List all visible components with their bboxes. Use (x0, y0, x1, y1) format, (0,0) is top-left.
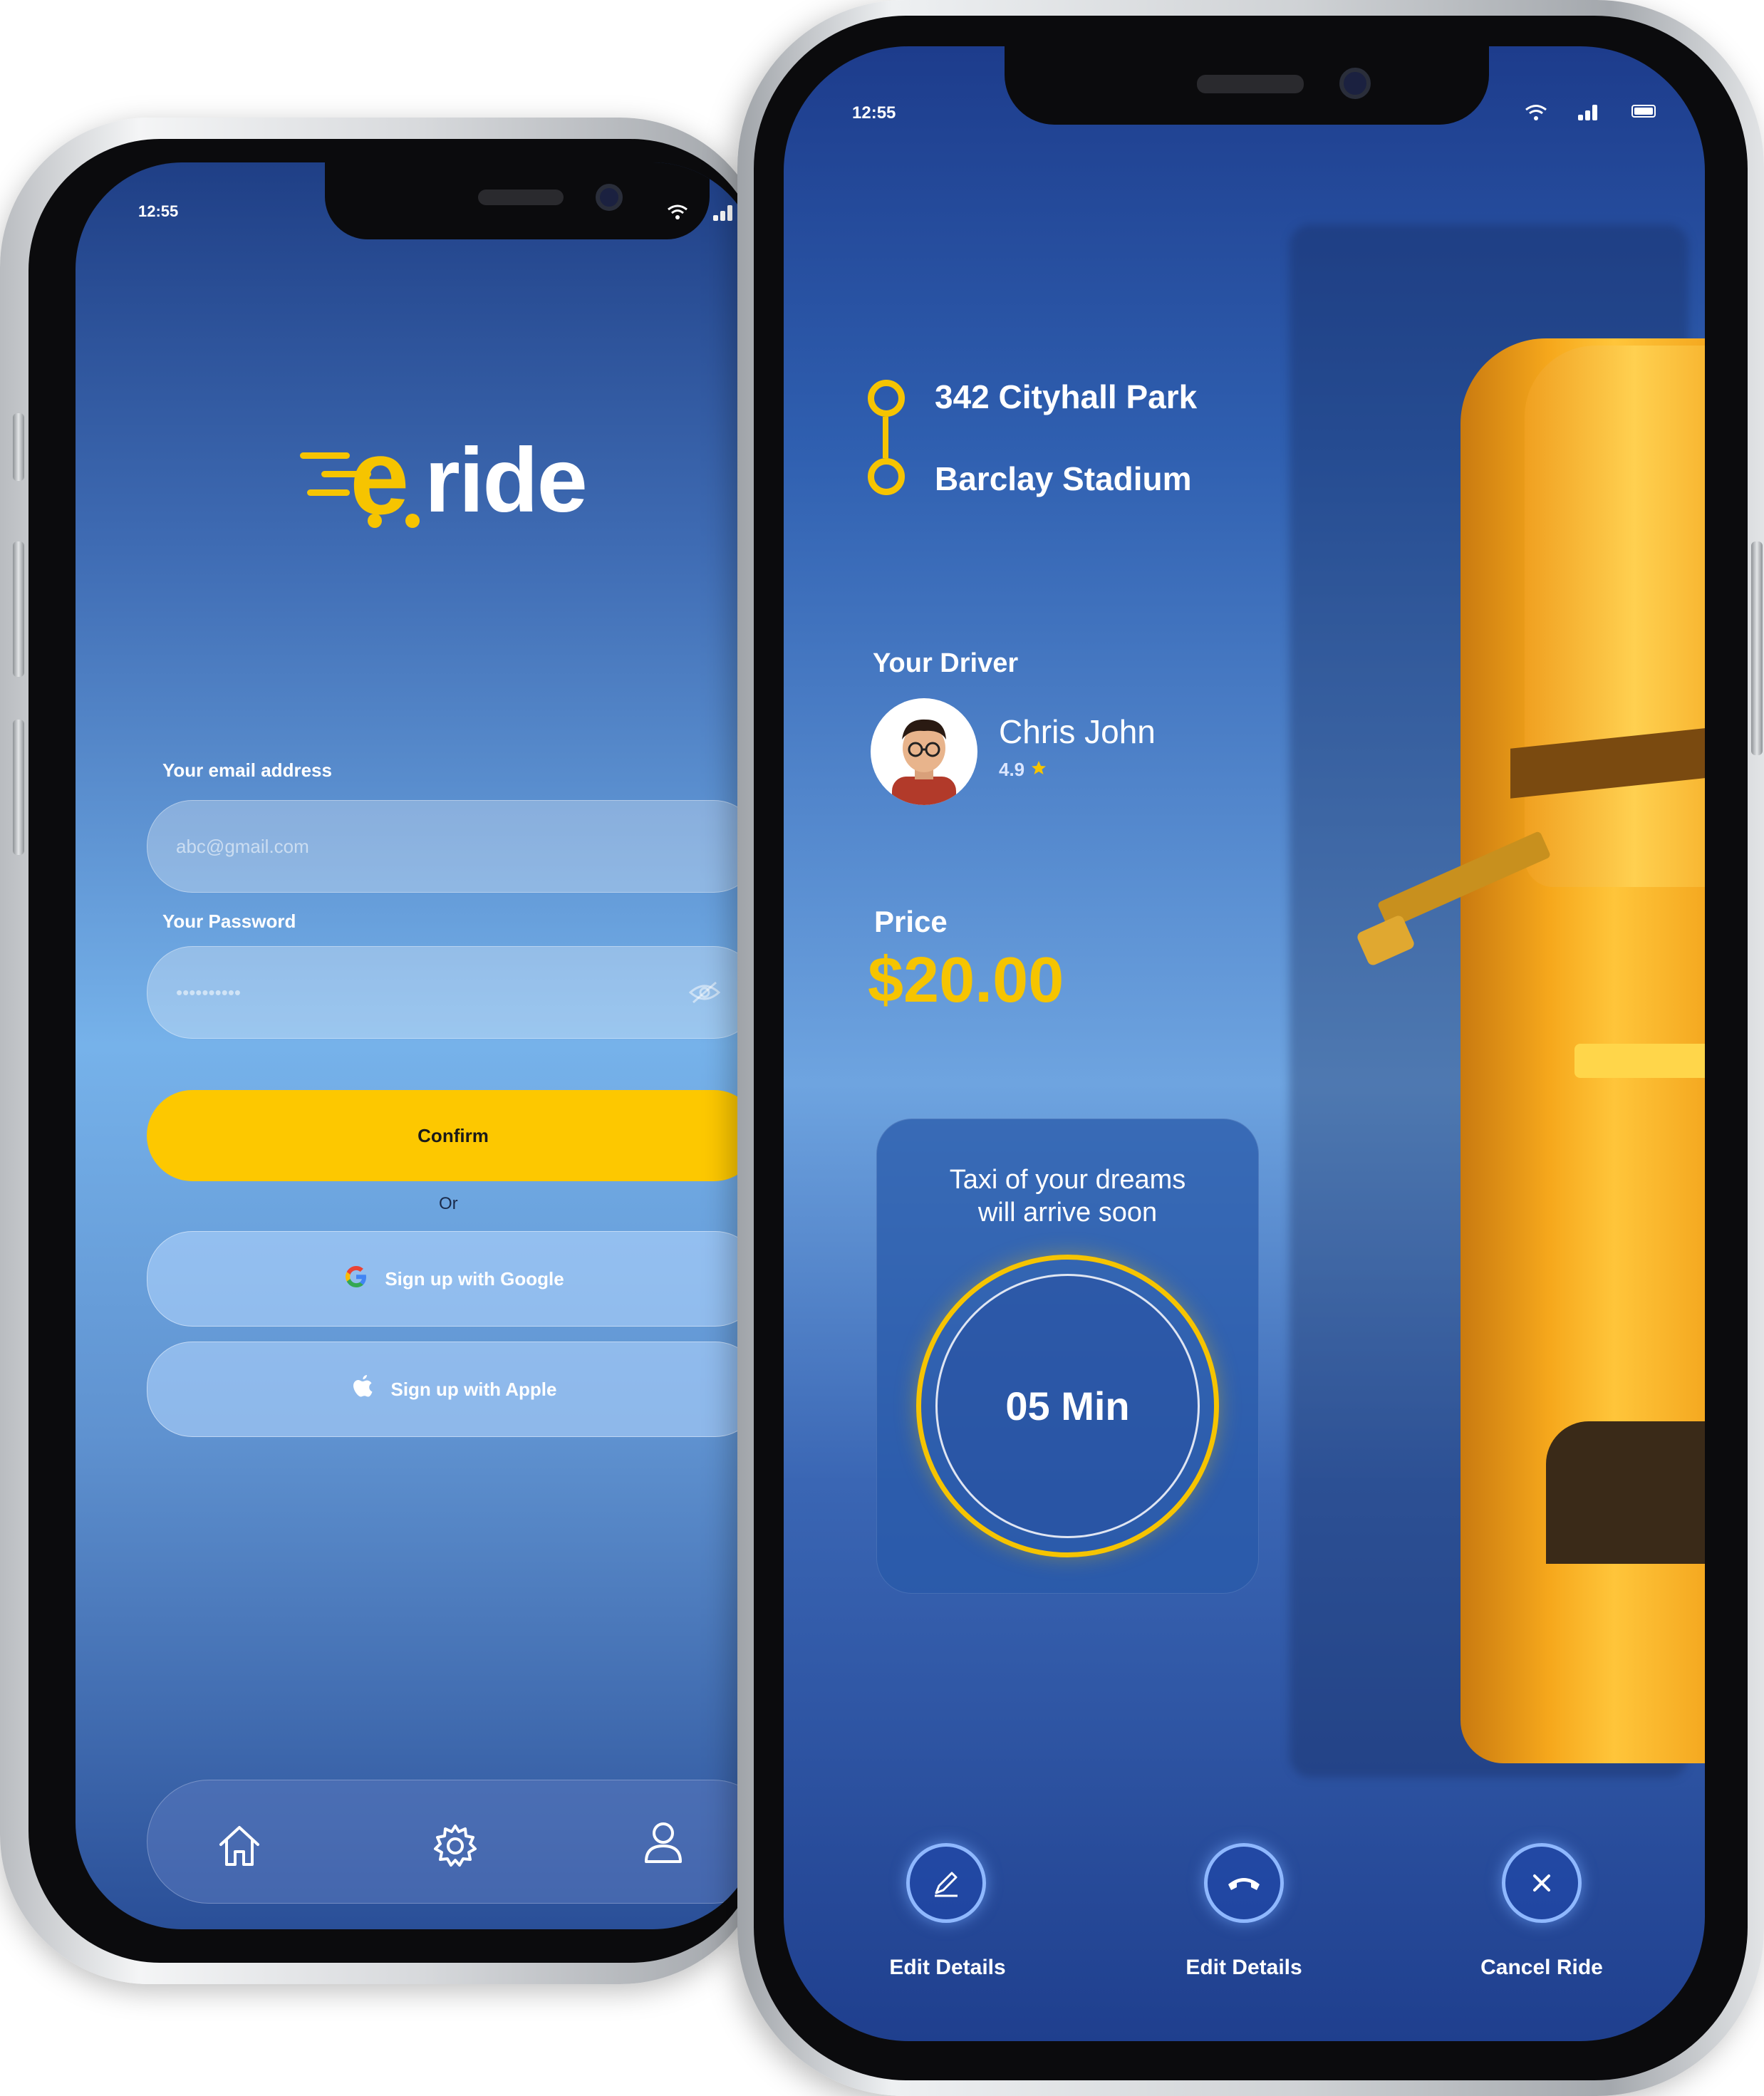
route-connector (883, 417, 888, 458)
email-placeholder: abc@gmail.com (176, 835, 309, 857)
driver-rating-row: 4.9 (999, 759, 1047, 781)
notch (1005, 46, 1489, 125)
front-camera (596, 184, 623, 211)
eta-message-line2: will arrive soon (977, 1198, 1158, 1228)
driver-section-title: Your Driver (873, 648, 1019, 678)
password-label: Your Password (162, 910, 296, 932)
or-separator: Or (439, 1194, 458, 1213)
price-label: Price (874, 905, 948, 938)
driver-rating: 4.9 (999, 759, 1025, 780)
battery-icon (1631, 105, 1656, 118)
signal-icon (1578, 103, 1599, 120)
user-icon[interactable] (639, 1817, 688, 1869)
google-signup-button[interactable]: Sign up with Google (147, 1231, 759, 1327)
edit-details-button[interactable] (906, 1843, 986, 1923)
password-placeholder: •••••••••• (176, 981, 242, 1003)
cancel-ride-label: Cancel Ride (1480, 1956, 1603, 1979)
price-value: $20.00 (868, 945, 1064, 1016)
speaker (1197, 75, 1304, 93)
password-input[interactable]: •••••••••• (147, 946, 759, 1039)
google-icon (343, 1264, 369, 1295)
gear-icon[interactable] (431, 1822, 479, 1874)
apple-signup-button[interactable]: Sign up with Apple (147, 1342, 759, 1437)
star-icon (1030, 759, 1047, 780)
apple-icon (351, 1374, 375, 1406)
eta-ring: 05 Min (916, 1255, 1219, 1557)
eye-off-icon[interactable] (688, 980, 721, 1010)
close-icon (1502, 1843, 1582, 1923)
pencil-icon (906, 1843, 986, 1923)
eta-card: Taxi of your dreams will arrive soon 05 … (876, 1119, 1259, 1594)
status-time: 12:55 (852, 103, 896, 123)
dropoff-location: Barclay Stadium (935, 460, 1192, 497)
call-driver-label: Edit Details (1185, 1956, 1302, 1979)
phone-icon (1204, 1843, 1284, 1923)
wifi-icon (667, 204, 688, 224)
eride-logo: e ride (300, 408, 670, 551)
pickup-location: 342 Cityhall Park (935, 378, 1198, 415)
power-button (1751, 541, 1763, 755)
eta-message-line1: Taxi of your dreams (949, 1165, 1186, 1195)
confirm-button[interactable]: Confirm (147, 1090, 759, 1181)
cancel-ride-button[interactable] (1502, 1843, 1582, 1923)
driver-avatar (871, 698, 977, 805)
volume-up-button (13, 541, 24, 677)
edit-details-label: Edit Details (889, 1956, 1006, 1979)
taxi-illustration (1275, 224, 1705, 1792)
login-screen: 12:55 e ride Your email address abc@gmai… (76, 162, 759, 1929)
status-time: 12:55 (138, 202, 179, 220)
front-camera (1339, 68, 1371, 99)
notch (325, 162, 710, 239)
logo-text: ride (425, 430, 588, 531)
speaker (478, 190, 564, 205)
email-input[interactable]: abc@gmail.com (147, 800, 759, 893)
wifi-icon (1525, 103, 1547, 125)
volume-down-button (13, 720, 24, 855)
bottom-navbar (147, 1780, 759, 1904)
ride-screen: 12:55 342 Cityhall Park Barclay Stadium … (784, 46, 1705, 2041)
dropoff-marker-icon (868, 458, 905, 495)
driver-name: Chris John (999, 713, 1156, 750)
email-label: Your email address (162, 759, 332, 781)
signal-icon (713, 204, 735, 221)
mute-switch (13, 413, 24, 481)
eta-time: 05 Min (935, 1274, 1200, 1538)
call-driver-button[interactable] (1204, 1843, 1284, 1923)
home-icon[interactable] (215, 1822, 264, 1874)
google-signup-label: Sign up with Google (385, 1267, 564, 1290)
pickup-marker-icon (868, 380, 905, 417)
apple-signup-label: Sign up with Apple (390, 1378, 557, 1400)
